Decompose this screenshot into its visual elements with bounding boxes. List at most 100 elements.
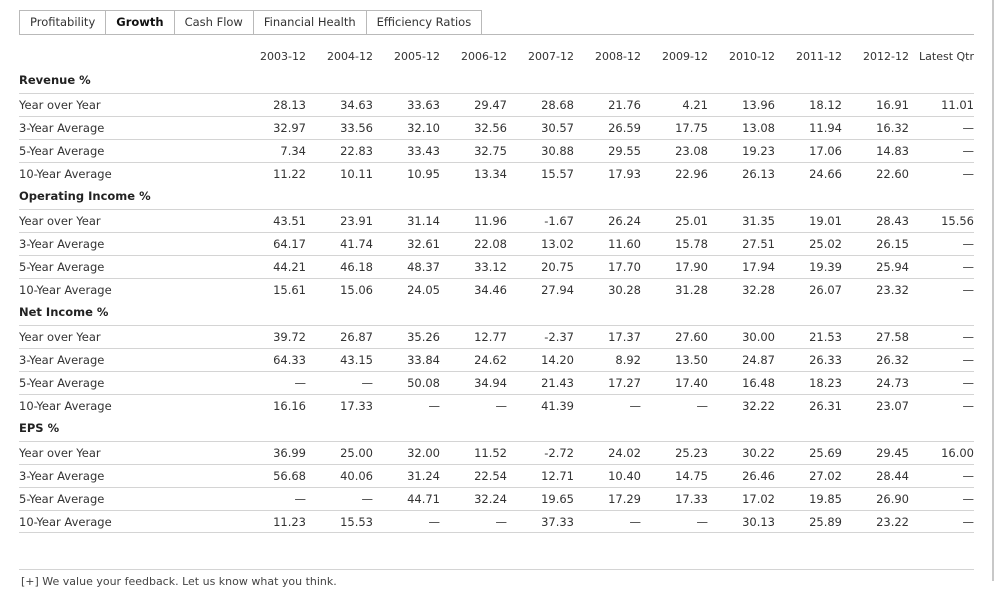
table-cell: 11.96 xyxy=(474,214,507,228)
row-label: 5-Year Average xyxy=(19,260,105,274)
table-cell: 17.90 xyxy=(675,260,708,274)
row-label: 10-Year Average xyxy=(19,399,112,413)
table-cell: 33.56 xyxy=(340,121,373,135)
table-cell: 41.74 xyxy=(340,237,373,251)
table-cell: 44.71 xyxy=(407,492,440,506)
table-cell: 26.07 xyxy=(809,283,842,297)
table-cell: 12.71 xyxy=(541,469,574,483)
table-cell: 25.89 xyxy=(809,515,842,529)
table-cell: 10.40 xyxy=(608,469,641,483)
table-cell: 30.57 xyxy=(541,121,574,135)
table-cell: 23.32 xyxy=(876,283,909,297)
table-cell: 17.75 xyxy=(675,121,708,135)
feedback-bar[interactable]: [+] We value your feedback. Let us know … xyxy=(19,569,974,590)
table-cell: 40.06 xyxy=(340,469,373,483)
column-header: 2012-12 xyxy=(863,50,909,63)
table-cell: — xyxy=(629,515,642,529)
table-cell: 25.02 xyxy=(809,237,842,251)
table-cell: 19.65 xyxy=(541,492,574,506)
table-cell: 34.94 xyxy=(474,376,507,390)
table-cell: 7.34 xyxy=(280,144,306,158)
table-cell: 36.99 xyxy=(273,446,306,460)
table-cell: — xyxy=(962,330,975,344)
tab-cash-flow[interactable]: Cash Flow xyxy=(173,10,254,35)
table-cell: 17.33 xyxy=(675,492,708,506)
section-title: Operating Income % xyxy=(19,189,151,203)
table-cell: — xyxy=(962,515,975,529)
table-cell: 24.87 xyxy=(742,353,775,367)
table-cell: 15.06 xyxy=(340,283,373,297)
table-cell: 37.33 xyxy=(541,515,574,529)
table-cell: 28.68 xyxy=(541,98,574,112)
table-cell: 31.35 xyxy=(742,214,775,228)
row-label: 5-Year Average xyxy=(19,492,105,506)
table-cell: 13.34 xyxy=(474,167,507,181)
table-cell: 12.77 xyxy=(474,330,507,344)
table-cell: 15.78 xyxy=(675,237,708,251)
table-cell: 27.94 xyxy=(541,283,574,297)
table-cell: 14.20 xyxy=(541,353,574,367)
column-header: Latest Qtr xyxy=(919,50,974,63)
table-cell: — xyxy=(294,376,307,390)
table-cell: -2.72 xyxy=(544,446,574,460)
column-header: 2009-12 xyxy=(662,50,708,63)
table-row: 10-Year Average 16.16 17.33 — — 41.39 — — 32.22 2… xyxy=(19,394,974,418)
table-row: 5-Year Average — — 44.71 32.24 19.65 17.29 17.3… xyxy=(19,487,974,511)
table-row: Year over Year 28.13 34.63 33.63 29.47 28.68 2… xyxy=(19,93,974,117)
table-cell: 26.31 xyxy=(809,399,842,413)
table-cell: 21.43 xyxy=(541,376,574,390)
table-cell: 17.29 xyxy=(608,492,641,506)
table-cell: 26.33 xyxy=(809,353,842,367)
table-cell: 26.90 xyxy=(876,492,909,506)
table-cell: 33.63 xyxy=(407,98,440,112)
table-cell: 33.43 xyxy=(407,144,440,158)
table-cell: 26.46 xyxy=(742,469,775,483)
window-right-border xyxy=(992,0,994,581)
table-cell: 32.61 xyxy=(407,237,440,251)
table-cell: 26.15 xyxy=(876,237,909,251)
table-cell: 48.37 xyxy=(407,260,440,274)
table-cell: 29.47 xyxy=(474,98,507,112)
table-cell: 43.15 xyxy=(340,353,373,367)
table-cell: — xyxy=(629,399,642,413)
table-cell: — xyxy=(962,167,975,181)
row-label: 3-Year Average xyxy=(19,121,105,135)
table-cell: 25.01 xyxy=(675,214,708,228)
tab-profitability[interactable]: Profitability xyxy=(19,10,107,35)
table-cell: 34.46 xyxy=(474,283,507,297)
table-cell: 28.13 xyxy=(273,98,306,112)
table-cell: 17.70 xyxy=(608,260,641,274)
section-title: EPS % xyxy=(19,421,60,435)
table-cell: — xyxy=(361,492,374,506)
table-cell: — xyxy=(962,353,975,367)
feedback-link[interactable]: [+] We value your feedback. Let us know … xyxy=(21,575,337,588)
table-cell: 16.32 xyxy=(876,121,909,135)
table-row: 3-Year Average 64.33 43.15 33.84 24.62 14.20 8… xyxy=(19,348,974,372)
table-cell: 50.08 xyxy=(407,376,440,390)
table-cell: 30.13 xyxy=(742,515,775,529)
tab-growth[interactable]: Growth xyxy=(105,10,175,35)
table-cell: 15.53 xyxy=(340,515,373,529)
table-row: 10-Year Average 11.22 10.11 10.95 13.34 15.57… xyxy=(19,162,974,186)
table-cell: 13.02 xyxy=(541,237,574,251)
row-label: 3-Year Average xyxy=(19,469,105,483)
table-cell: 32.28 xyxy=(742,283,775,297)
table-cell: 17.37 xyxy=(608,330,641,344)
table-cell: 33.12 xyxy=(474,260,507,274)
table-cell: 26.87 xyxy=(340,330,373,344)
table-cell: 32.56 xyxy=(474,121,507,135)
table-cell: 30.00 xyxy=(742,330,775,344)
column-header: 2004-12 xyxy=(327,50,373,63)
tab-efficiency-ratios[interactable]: Efficiency Ratios xyxy=(365,10,483,35)
tab-financial-health[interactable]: Financial Health xyxy=(252,10,367,35)
table-row: Year over Year 36.99 25.00 32.00 11.52 -2.72 2… xyxy=(19,441,974,465)
table-cell: — xyxy=(495,399,508,413)
row-label: Year over Year xyxy=(19,446,101,460)
tab-divider xyxy=(19,34,974,35)
table-bottom-rule xyxy=(19,532,974,533)
table-cell: 16.91 xyxy=(876,98,909,112)
row-label: 5-Year Average xyxy=(19,144,105,158)
table-cell: 19.01 xyxy=(809,214,842,228)
table-cell: 30.28 xyxy=(608,283,641,297)
table-cell: — xyxy=(495,515,508,529)
